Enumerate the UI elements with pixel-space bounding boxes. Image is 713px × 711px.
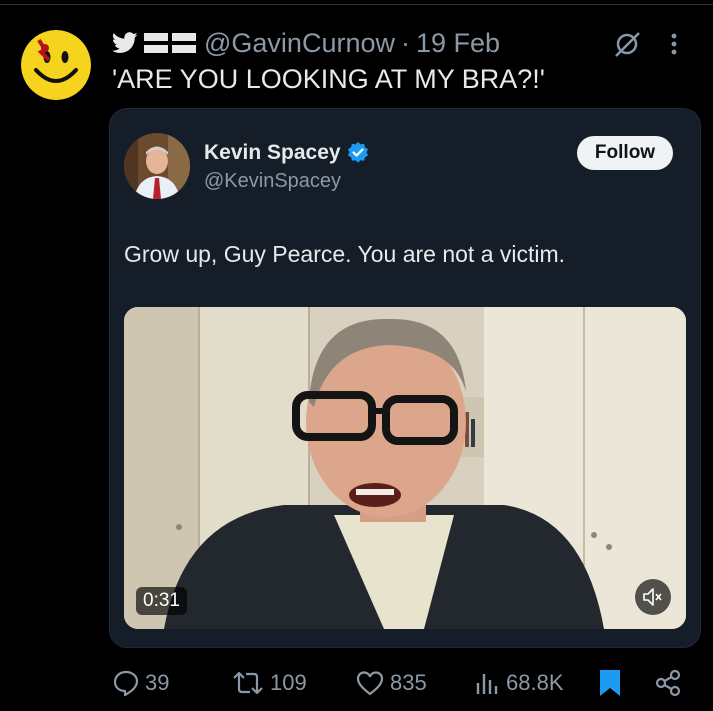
share-button[interactable] xyxy=(653,665,683,701)
verified-badge-icon xyxy=(347,142,368,163)
retweet-count: 109 xyxy=(270,670,307,695)
reply-button[interactable]: 39 xyxy=(112,665,169,701)
tweet-header: @GavinCurnow · 19 Feb xyxy=(112,27,500,59)
quoted-name-row[interactable]: Kevin Spacey xyxy=(204,141,369,165)
share-icon xyxy=(655,669,681,697)
reply-icon xyxy=(113,670,139,697)
video-duration: 0:31 xyxy=(136,587,187,615)
mute-button[interactable] xyxy=(635,579,671,615)
quoted-tweet-card[interactable]: Kevin Spacey @KevinSpacey Follow Grow up… xyxy=(109,108,701,648)
handle-date: @GavinCurnow · 19 Feb xyxy=(204,28,500,59)
author-name-icons[interactable] xyxy=(112,32,196,54)
top-divider xyxy=(0,4,713,5)
retweet-button[interactable]: 109 xyxy=(231,665,307,701)
quoted-handle[interactable]: @KevinSpacey xyxy=(204,170,341,193)
mute-icon xyxy=(643,588,662,606)
reply-count: 39 xyxy=(145,670,170,695)
like-count: 835 xyxy=(390,670,427,695)
views-count: 68.8K xyxy=(506,670,564,695)
video-frame xyxy=(124,307,686,629)
bookmark-icon xyxy=(600,670,620,696)
smiley-avatar-image xyxy=(21,30,91,100)
flag-icon xyxy=(144,33,196,53)
heart-icon xyxy=(356,671,384,696)
quoted-avatar[interactable] xyxy=(124,133,190,199)
tweet-date[interactable]: 19 Feb xyxy=(416,28,500,59)
action-bar: 39 109 835 68.8K xyxy=(0,665,713,701)
follow-button[interactable]: Follow xyxy=(577,136,673,170)
portrait-avatar-image xyxy=(124,133,190,199)
like-button[interactable]: 835 xyxy=(355,665,427,701)
tweet-text: 'ARE YOU LOOKING AT MY BRA?!' xyxy=(112,64,545,94)
twitter-bird-icon xyxy=(112,32,138,53)
quoted-text: Grow up, Guy Pearce. You are not a victi… xyxy=(124,241,566,267)
video-player[interactable]: 0:31 xyxy=(124,307,686,629)
quoted-name[interactable]: Kevin Spacey xyxy=(204,141,341,165)
separator-dot: · xyxy=(400,27,410,58)
author-avatar[interactable] xyxy=(21,30,91,100)
views-button[interactable]: 68.8K xyxy=(473,665,564,701)
author-handle[interactable]: @GavinCurnow xyxy=(204,28,395,59)
grok-icon[interactable] xyxy=(612,29,642,59)
bookmark-button[interactable] xyxy=(597,665,623,701)
top-actions xyxy=(612,29,678,59)
more-icon[interactable] xyxy=(670,32,678,56)
views-icon xyxy=(476,674,498,694)
retweet-icon xyxy=(233,671,263,695)
